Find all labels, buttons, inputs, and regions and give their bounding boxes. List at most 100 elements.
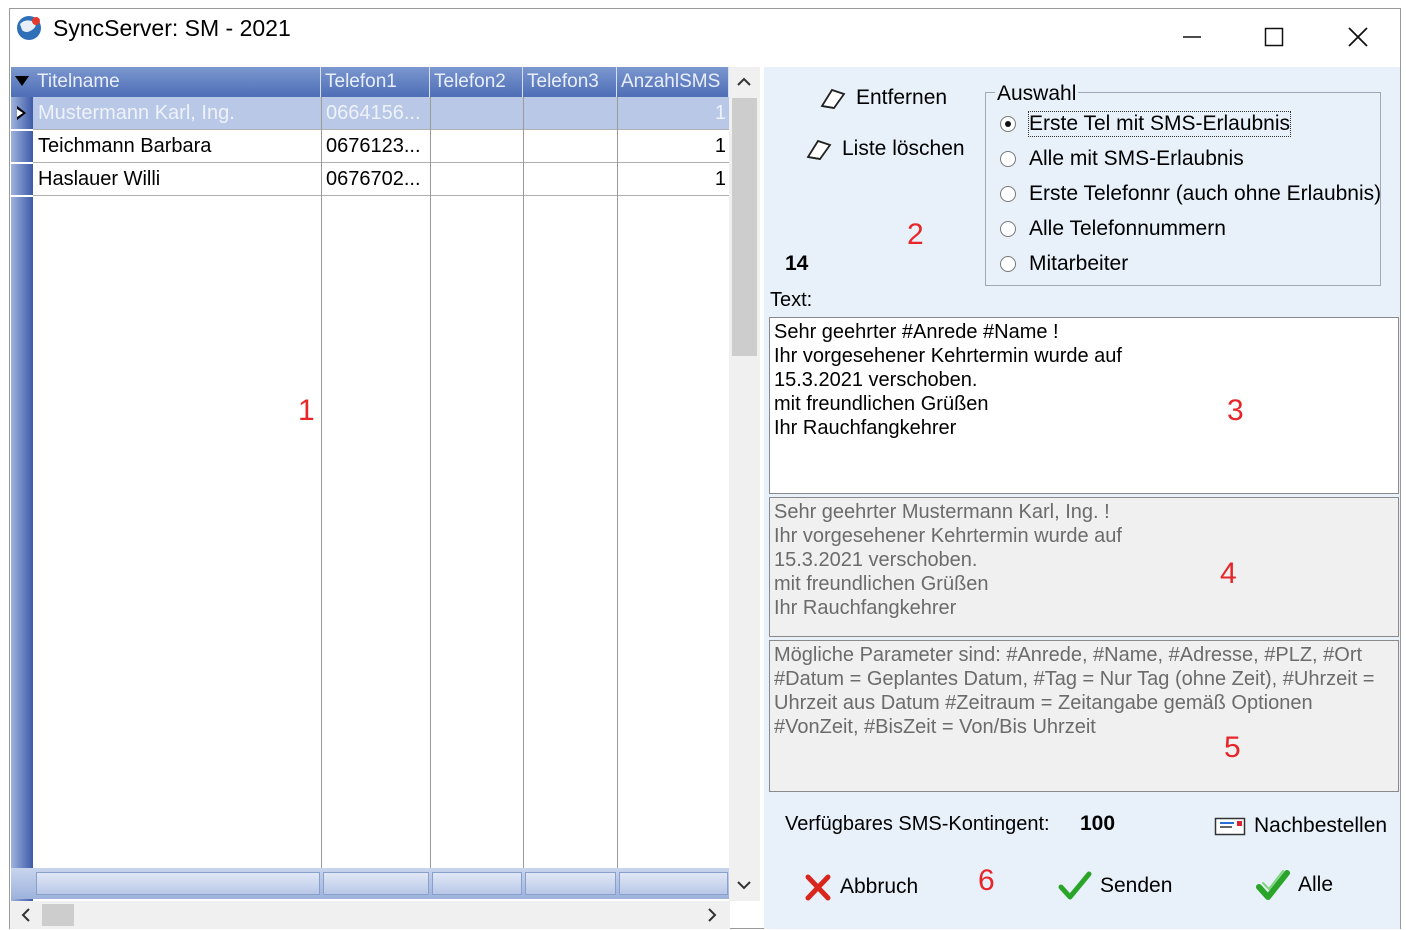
chevron-left-icon: [21, 908, 30, 922]
scroll-down-button[interactable]: [734, 875, 754, 900]
footer-cell: [36, 872, 320, 895]
column-header-anzahlsms[interactable]: AnzahlSMS: [617, 67, 729, 97]
radio-button[interactable]: [1000, 186, 1016, 202]
cell-anzahlsms[interactable]: 1: [620, 130, 726, 162]
scroll-up-button[interactable]: [734, 72, 754, 97]
radio-button[interactable]: [1000, 151, 1016, 167]
close-icon: [1348, 27, 1368, 47]
indicator-divider: [11, 162, 33, 164]
sms-quota-value: 100: [1080, 812, 1116, 835]
footer-cell: [525, 872, 616, 895]
send-all-button[interactable]: Alle: [1256, 868, 1333, 902]
radio-button-checked[interactable]: [1000, 116, 1016, 132]
send-button-label: Senden: [1100, 874, 1173, 897]
minimize-icon: [1183, 36, 1201, 38]
column-header-telefon3[interactable]: Telefon3: [523, 67, 617, 97]
cell-telefon1[interactable]: 0664156...: [326, 97, 426, 129]
send-all-button-label: Alle: [1298, 873, 1334, 896]
radio-button[interactable]: [1000, 221, 1016, 237]
radio-option-first-phone[interactable]: Erste Telefonnr (auch ohne Erlaubnis): [1000, 182, 1381, 206]
cell-anzahlsms[interactable]: 1: [620, 163, 726, 195]
row-divider: [33, 129, 729, 130]
footer-cell: [323, 872, 429, 895]
row-divider: [33, 195, 729, 196]
chevron-up-icon: [737, 77, 751, 86]
sms-quota-label: Verfügbares SMS-Kontingent:: [785, 813, 1050, 835]
cell-name[interactable]: Haslauer Willi: [38, 163, 318, 195]
double-checkmark-icon: [1256, 870, 1290, 900]
footer-cell: [619, 872, 728, 895]
annotation-label-6: 6: [978, 864, 995, 897]
column-divider: [430, 97, 431, 868]
column-divider: [523, 97, 524, 868]
clear-list-button-label: Liste löschen: [842, 137, 965, 160]
remove-button[interactable]: Entfernen: [818, 86, 947, 110]
column-header-telefon1[interactable]: Telefon1: [321, 67, 430, 97]
cell-name[interactable]: Mustermann Karl, Ing.: [38, 97, 318, 129]
selected-count: 14: [785, 252, 809, 275]
close-button[interactable]: [1318, 9, 1398, 65]
chevron-right-icon: [708, 908, 717, 922]
annotation-label-3: 3: [1227, 394, 1244, 427]
horizontal-scroll-thumb[interactable]: [42, 904, 74, 926]
radio-label: Erste Telefonnr (auch ohne Erlaubnis): [1029, 182, 1382, 205]
row-divider: [33, 162, 729, 163]
minimize-button[interactable]: [1152, 9, 1232, 65]
radio-label: Erste Tel mit SMS-Erlaubnis: [1027, 111, 1292, 137]
vertical-scroll-thumb[interactable]: [732, 98, 757, 356]
app-globe-icon: [17, 16, 41, 40]
maximize-icon: [1264, 27, 1284, 47]
remove-button-label: Entfernen: [856, 86, 948, 109]
cell-telefon1[interactable]: 0676123...: [326, 130, 426, 162]
reorder-button-label: Nachbestellen: [1254, 814, 1388, 837]
cell-telefon1[interactable]: 0676702...: [326, 163, 426, 195]
maximize-button[interactable]: [1234, 9, 1314, 65]
eraser-icon: [806, 139, 832, 160]
column-divider: [617, 97, 618, 868]
scroll-left-button[interactable]: [16, 905, 36, 930]
annotation-label-2: 2: [907, 218, 924, 251]
horizontal-scrollbar[interactable]: [10, 901, 730, 929]
scroll-right-button[interactable]: [702, 905, 722, 930]
indicator-divider: [11, 195, 33, 197]
radio-option-all-sms[interactable]: Alle mit SMS-Erlaubnis: [1000, 147, 1244, 171]
row-indicator-column: [11, 67, 33, 901]
column-header-telefon2[interactable]: Telefon2: [430, 67, 523, 97]
reorder-button[interactable]: Nachbestellen: [1214, 814, 1387, 838]
parameters-help-text: Mögliche Parameter sind: #Anrede, #Name,…: [774, 644, 1375, 738]
parameters-help-box: Mögliche Parameter sind: #Anrede, #Name,…: [769, 640, 1399, 792]
footer-cell: [432, 872, 522, 895]
message-preview-text: Sehr geehrter Mustermann Karl, Ing. ! Ih…: [774, 501, 1122, 619]
radio-label: Alle Telefonnummern: [1029, 217, 1226, 240]
annotation-label-5: 5: [1224, 731, 1241, 764]
selection-group-title: Auswahl: [995, 82, 1079, 106]
radio-option-staff[interactable]: Mitarbeiter: [1000, 252, 1128, 276]
cell-anzahlsms[interactable]: 1: [620, 97, 726, 129]
annotation-label-4: 4: [1220, 557, 1237, 590]
cross-icon: [805, 874, 831, 901]
radio-option-first-sms[interactable]: Erste Tel mit SMS-Erlaubnis: [1000, 111, 1292, 137]
radio-label: Alle mit SMS-Erlaubnis: [1029, 147, 1244, 170]
current-row-marker: [11, 97, 33, 129]
window-title: SyncServer: SM - 2021: [53, 15, 291, 41]
envelope-icon: [1214, 817, 1246, 836]
radio-button[interactable]: [1000, 256, 1016, 272]
column-header-titelname[interactable]: Titelname: [33, 67, 321, 97]
clear-list-button[interactable]: Liste löschen: [804, 137, 965, 161]
cancel-button[interactable]: Abbruch: [804, 872, 918, 902]
annotation-label-1: 1: [298, 394, 315, 427]
cell-name[interactable]: Teichmann Barbara: [38, 130, 318, 162]
eraser-icon: [820, 88, 846, 109]
checkmark-icon: [1058, 871, 1092, 900]
radio-label: Mitarbeiter: [1029, 252, 1129, 275]
indicator-divider: [11, 129, 33, 131]
text-label: Text:: [770, 289, 813, 311]
sort-down-icon: [15, 76, 29, 86]
radio-option-all-phones[interactable]: Alle Telefonnummern: [1000, 217, 1226, 241]
cancel-button-label: Abbruch: [840, 875, 919, 898]
grid-corner[interactable]: [11, 67, 33, 97]
column-divider: [321, 97, 322, 868]
message-template-textarea[interactable]: Sehr geehrter #Anrede #Name ! Ihr vorges…: [769, 317, 1399, 494]
recipient-grid[interactable]: [10, 67, 760, 927]
send-button[interactable]: Senden: [1058, 870, 1172, 902]
